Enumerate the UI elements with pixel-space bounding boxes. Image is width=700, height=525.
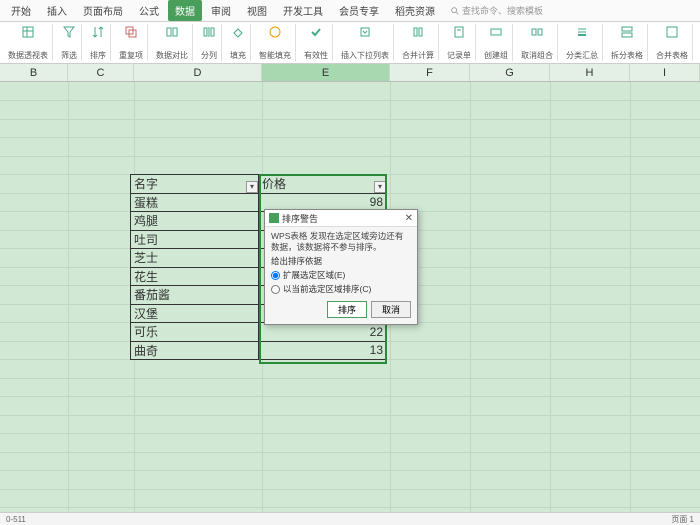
- menu-tab-review[interactable]: 审阅: [204, 0, 238, 21]
- cell-name[interactable]: 蛋糕: [131, 193, 259, 212]
- ribbon-dropdown[interactable]: 插入下拉列表: [337, 24, 394, 61]
- menu-tab-dev[interactable]: 开发工具: [276, 0, 330, 21]
- dropdown-icon: [357, 24, 373, 40]
- cancel-button[interactable]: 取消: [371, 301, 411, 318]
- col-header-C[interactable]: C: [68, 64, 134, 81]
- menu-bar: 开始 插入 页面布局 公式 数据 审阅 视图 开发工具 会员专享 稻壳资源 查找…: [0, 0, 700, 22]
- sort-button[interactable]: 排序: [327, 301, 367, 318]
- ribbon-subtotal[interactable]: 分类汇总: [562, 24, 603, 61]
- col-header-D[interactable]: D: [134, 64, 262, 81]
- col-header-B[interactable]: B: [0, 64, 68, 81]
- menu-tab-docer[interactable]: 稻壳资源: [388, 0, 442, 21]
- filter-icon: [61, 24, 77, 40]
- ribbon-ungroup[interactable]: 取消组合: [517, 24, 558, 61]
- sort-warning-dialog: 排序警告 ✕ WPS表格 发现在选定区域旁边还有数据，该数据将不参与排序。 给出…: [264, 209, 418, 325]
- dup-icon: [123, 24, 139, 40]
- cell-name[interactable]: 花生: [131, 267, 259, 286]
- menu-search[interactable]: 查找命令、搜索模板: [450, 4, 543, 17]
- status-right: 页面 1: [671, 514, 694, 525]
- app-icon: [269, 213, 279, 223]
- filter-button-name[interactable]: ▾: [246, 181, 258, 193]
- col-header-H[interactable]: H: [550, 64, 630, 81]
- header-price[interactable]: 价格: [259, 175, 387, 194]
- dialog-title: 排序警告: [282, 212, 318, 225]
- cell-name[interactable]: 汉堡: [131, 304, 259, 323]
- menu-tab-layout[interactable]: 页面布局: [76, 0, 130, 21]
- cell-name[interactable]: 吐司: [131, 230, 259, 249]
- dialog-option-current[interactable]: 以当前选定区域排序(C): [271, 283, 411, 295]
- ribbon-pivot[interactable]: 数据透视表: [4, 24, 53, 61]
- cell-name[interactable]: 可乐: [131, 323, 259, 342]
- aifill-icon: [267, 24, 283, 40]
- group-icon: [488, 24, 504, 40]
- ribbon-valid[interactable]: 有效性: [300, 24, 333, 61]
- cell-name[interactable]: 曲奇: [131, 341, 259, 360]
- radio-expand[interactable]: [271, 271, 280, 280]
- ribbon: 数据透视表筛选排序重复项数据对比分列填充智能填充有效性插入下拉列表合并计算记录单…: [0, 22, 700, 64]
- ribbon-filter[interactable]: 筛选: [57, 24, 82, 61]
- ribbon-split[interactable]: 分列: [197, 24, 222, 61]
- col-header-F[interactable]: F: [390, 64, 470, 81]
- header-name[interactable]: 名字: [131, 175, 259, 194]
- ribbon-fill[interactable]: 填充: [226, 24, 251, 61]
- status-left: 0-511: [6, 515, 26, 524]
- pivot-icon: [20, 24, 36, 40]
- cell-name[interactable]: 芝士: [131, 249, 259, 268]
- mergetbl-icon: [664, 24, 680, 40]
- filter-button-price[interactable]: ▾: [374, 181, 386, 193]
- cell-name[interactable]: 鸡腿: [131, 212, 259, 231]
- ribbon-splittbl[interactable]: 拆分表格: [607, 24, 648, 61]
- table-row: 可乐22: [131, 323, 387, 342]
- radio-current[interactable]: [271, 285, 280, 294]
- sheet-area[interactable]: 名字 价格 蛋糕98鸡腿吐司芝士花生番茄酱50汉堡45可乐22曲奇13 ▾ ▾ …: [0, 82, 700, 512]
- ribbon-group[interactable]: 创建组: [480, 24, 513, 61]
- menu-tab-formula[interactable]: 公式: [132, 0, 166, 21]
- ribbon-mergetbl[interactable]: 合并表格: [652, 24, 693, 61]
- fill-icon: [230, 24, 246, 40]
- table-row: 曲奇13: [131, 341, 387, 360]
- status-bar: 0-511 页面 1: [0, 512, 700, 525]
- menu-tab-start[interactable]: 开始: [4, 0, 38, 21]
- dialog-subtitle: 给出排序依据: [271, 255, 411, 267]
- valid-icon: [308, 24, 324, 40]
- dialog-message: WPS表格 发现在选定区域旁边还有数据，该数据将不参与排序。: [271, 231, 411, 252]
- search-icon: [450, 6, 460, 16]
- close-icon[interactable]: ✕: [405, 213, 413, 224]
- cell-price[interactable]: 13: [259, 341, 387, 360]
- ribbon-sort[interactable]: 排序: [86, 24, 111, 61]
- menu-tab-view[interactable]: 视图: [240, 0, 274, 21]
- cell-name[interactable]: 番茄酱: [131, 286, 259, 305]
- record-icon: [451, 24, 467, 40]
- ribbon-aifill[interactable]: 智能填充: [255, 24, 296, 61]
- subtotal-icon: [574, 24, 590, 40]
- menu-tab-data[interactable]: 数据: [168, 0, 202, 21]
- dialog-titlebar: 排序警告 ✕: [265, 210, 417, 227]
- ribbon-dup[interactable]: 重复项: [115, 24, 148, 61]
- ribbon-record[interactable]: 记录单: [443, 24, 476, 61]
- sort-icon: [90, 24, 106, 40]
- splittbl-icon: [619, 24, 635, 40]
- table-header-row: 名字 价格: [131, 175, 387, 194]
- col-header-E[interactable]: E: [262, 64, 390, 81]
- menu-tab-member[interactable]: 会员专享: [332, 0, 386, 21]
- compare-icon: [164, 24, 180, 40]
- ungroup-icon: [529, 24, 545, 40]
- dialog-option-expand[interactable]: 扩展选定区域(E): [271, 269, 411, 281]
- col-header-G[interactable]: G: [470, 64, 550, 81]
- cell-price[interactable]: 22: [259, 323, 387, 342]
- split-icon: [201, 24, 217, 40]
- col-header-I[interactable]: I: [630, 64, 700, 81]
- ribbon-compare[interactable]: 数据对比: [152, 24, 193, 61]
- column-header-row: BCDEFGHI: [0, 64, 700, 82]
- merge-icon: [410, 24, 426, 40]
- menu-tab-insert[interactable]: 插入: [40, 0, 74, 21]
- ribbon-merge[interactable]: 合并计算: [398, 24, 439, 61]
